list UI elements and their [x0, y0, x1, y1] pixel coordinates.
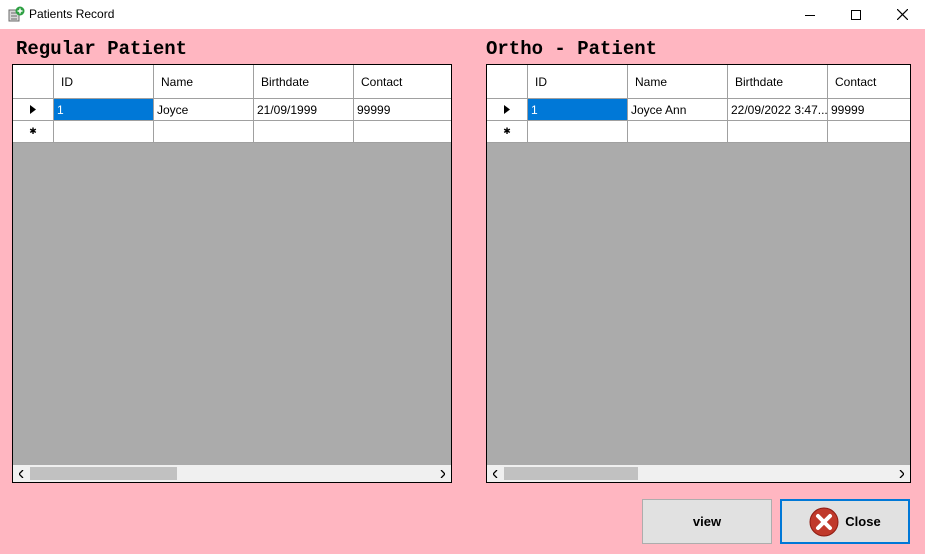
scroll-thumb[interactable] — [504, 467, 638, 480]
column-header-name[interactable]: Name — [628, 65, 728, 99]
cell-contact[interactable] — [828, 121, 910, 143]
scroll-left-button[interactable] — [13, 465, 30, 482]
regular-patient-grid[interactable]: ID Name Birthdate Contact 1 Joyce 21/09/… — [12, 64, 452, 483]
column-header-birthdate[interactable]: Birthdate — [254, 65, 354, 99]
new-row[interactable]: ✱ — [13, 121, 451, 143]
cell-id[interactable] — [528, 121, 628, 143]
row-header-corner[interactable] — [13, 65, 54, 99]
cell-name[interactable]: Joyce — [154, 99, 254, 121]
scroll-right-button[interactable] — [434, 465, 451, 482]
grid-header-row: ID Name Birthdate Contact — [487, 65, 910, 99]
close-button-label: Close — [845, 514, 881, 529]
scroll-right-icon — [440, 469, 445, 478]
row-pointer-icon — [30, 105, 36, 114]
scroll-right-icon — [899, 469, 904, 478]
column-header-birthdate[interactable]: Birthdate — [728, 65, 828, 99]
title-bar: Patients Record — [0, 0, 925, 29]
scroll-left-icon — [493, 469, 498, 478]
close-window-button[interactable] — [879, 0, 925, 29]
cell-contact[interactable] — [354, 121, 451, 143]
row-header[interactable]: ✱ — [13, 121, 54, 143]
column-header-contact[interactable]: Contact — [828, 65, 910, 99]
ortho-patient-title: Ortho - Patient — [486, 38, 658, 60]
view-button-label: view — [692, 514, 722, 529]
cell-birthdate[interactable]: 22/09/2022 3:47... — [728, 99, 828, 121]
scroll-left-icon — [19, 469, 24, 478]
new-row-icon: ✱ — [503, 126, 511, 136]
table-row[interactable]: 1 Joyce 21/09/1999 99999 — [13, 99, 451, 121]
regular-patient-title: Regular Patient — [16, 38, 188, 60]
column-header-id[interactable]: ID — [54, 65, 154, 99]
column-header-name[interactable]: Name — [154, 65, 254, 99]
maximize-button[interactable] — [833, 0, 879, 29]
column-header-id[interactable]: ID — [528, 65, 628, 99]
close-x-icon — [809, 507, 839, 536]
cell-birthdate[interactable] — [254, 121, 354, 143]
close-button[interactable]: Close — [780, 499, 910, 544]
scroll-thumb[interactable] — [30, 467, 177, 480]
app-icon — [8, 6, 25, 22]
cell-birthdate[interactable] — [728, 121, 828, 143]
scroll-right-button[interactable] — [893, 465, 910, 482]
minimize-icon — [805, 14, 815, 16]
cell-contact[interactable]: 99999 — [828, 99, 910, 121]
cell-name[interactable] — [154, 121, 254, 143]
row-header[interactable] — [487, 99, 528, 121]
row-header[interactable]: ✱ — [487, 121, 528, 143]
cell-id[interactable] — [54, 121, 154, 143]
cell-name[interactable]: Joyce Ann — [628, 99, 728, 121]
new-row[interactable]: ✱ — [487, 121, 910, 143]
column-header-contact[interactable]: Contact — [354, 65, 451, 99]
new-row-icon: ✱ — [29, 126, 37, 136]
horizontal-scrollbar[interactable] — [487, 465, 910, 482]
cell-id[interactable]: 1 — [54, 99, 154, 121]
row-header-corner[interactable] — [487, 65, 528, 99]
maximize-icon — [851, 9, 861, 20]
cell-contact[interactable]: 99999 — [354, 99, 451, 121]
ortho-patient-grid[interactable]: ID Name Birthdate Contact 1 Joyce Ann 22… — [486, 64, 911, 483]
row-header[interactable] — [13, 99, 54, 121]
scroll-left-button[interactable] — [487, 465, 504, 482]
table-row[interactable]: 1 Joyce Ann 22/09/2022 3:47... 99999 — [487, 99, 910, 121]
grid-header-row: ID Name Birthdate Contact — [13, 65, 451, 99]
minimize-button[interactable] — [787, 0, 833, 29]
cell-id[interactable]: 1 — [528, 99, 628, 121]
cell-birthdate[interactable]: 21/09/1999 — [254, 99, 354, 121]
window-title: Patients Record — [29, 7, 115, 21]
row-pointer-icon — [504, 105, 510, 114]
view-button[interactable]: view — [642, 499, 772, 544]
close-window-icon — [896, 9, 908, 20]
cell-name[interactable] — [628, 121, 728, 143]
horizontal-scrollbar[interactable] — [13, 465, 451, 482]
